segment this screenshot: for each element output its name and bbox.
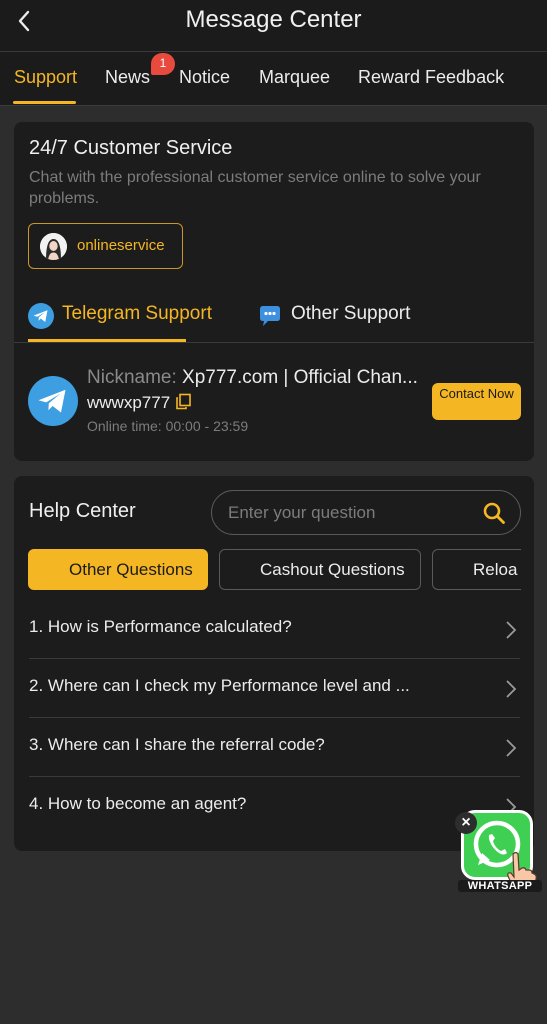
tab-bar: Support News Notice Marquee Reward Feedb…	[0, 52, 547, 106]
divider	[14, 342, 534, 343]
tab-other-questions[interactable]: Other Questions	[28, 549, 208, 590]
copy-icon[interactable]	[175, 393, 192, 410]
chevron-right-icon	[506, 680, 517, 698]
tab-other-support[interactable]: Other Support	[257, 300, 427, 330]
customer-service-card: 24/7 Customer Service Chat with the prof…	[14, 122, 534, 461]
active-tab-indicator	[13, 101, 76, 104]
question-text: 3. Where can I share the referral code?	[29, 735, 325, 754]
whatsapp-label: WHATSAPP	[458, 880, 542, 892]
chevron-right-icon	[506, 621, 517, 639]
whatsapp-floating-button[interactable]: × WHATSAPP	[455, 808, 542, 898]
chevron-right-icon	[506, 739, 517, 757]
search-placeholder: Enter your question	[228, 503, 376, 522]
news-badge: 1	[151, 53, 175, 75]
search-icon[interactable]	[482, 501, 506, 525]
list-item[interactable]: 3. Where can I share the referral code?	[29, 718, 520, 777]
online-service-label: onlineservice	[77, 237, 165, 254]
page-title: Message Center	[185, 6, 362, 33]
contact-now-button[interactable]: Contact Now	[432, 383, 521, 420]
tab-notice[interactable]: Notice	[179, 67, 230, 88]
avatar	[40, 233, 67, 260]
telegram-icon	[28, 303, 54, 329]
question-text: 2. Where can I check my Performance leve…	[29, 676, 410, 695]
other-support-label: Other Support	[291, 303, 411, 324]
contact-nickname: Nickname: Xp777.com | Official Chan...	[87, 367, 427, 389]
chat-bubble-icon	[260, 306, 280, 326]
customer-service-description: Chat with the professional customer serv…	[29, 169, 481, 207]
telegram-support-label: Telegram Support	[62, 303, 212, 324]
contact-handle: wwwxp777	[87, 393, 192, 413]
tab-support[interactable]: Support	[14, 67, 77, 88]
tab-reload-questions[interactable]: Reloa	[432, 549, 521, 590]
question-text: 1. How is Performance calculated?	[29, 617, 292, 636]
nickname-value: Xp777.com | Official Chan...	[182, 367, 418, 388]
list-item[interactable]: 4. How to become an agent?	[29, 777, 520, 836]
close-icon[interactable]: ×	[455, 812, 477, 834]
tab-telegram-support[interactable]: Telegram Support	[28, 300, 218, 330]
help-center-card: Help Center Enter your question Other Qu…	[14, 476, 534, 851]
help-center-title: Help Center	[29, 500, 136, 522]
tab-news[interactable]: News	[105, 67, 150, 88]
list-item[interactable]: 2. Where can I check my Performance leve…	[29, 659, 520, 718]
header-bar: Message Center	[0, 0, 547, 52]
online-time: Online time: 00:00 - 23:59	[87, 418, 248, 434]
online-time-value: 00:00 - 23:59	[165, 418, 249, 434]
question-category-tabs: Other Questions Cashout Questions Reloa	[28, 549, 521, 591]
list-item[interactable]: 1. How is Performance calculated?	[29, 600, 520, 659]
search-input[interactable]: Enter your question	[211, 490, 521, 535]
online-service-button[interactable]: onlineservice	[28, 223, 183, 269]
telegram-logo-icon	[28, 376, 78, 426]
tab-marquee[interactable]: Marquee	[259, 67, 330, 88]
online-time-label: Online time:	[87, 418, 162, 434]
customer-service-title: 24/7 Customer Service	[29, 137, 233, 159]
tab-reward-feedback[interactable]: Reward Feedback	[358, 67, 504, 88]
nickname-label: Nickname:	[87, 367, 177, 388]
question-text: 4. How to become an agent?	[29, 794, 247, 813]
handle-value: wwwxp777	[87, 393, 171, 412]
tab-cashout-questions[interactable]: Cashout Questions	[219, 549, 421, 590]
